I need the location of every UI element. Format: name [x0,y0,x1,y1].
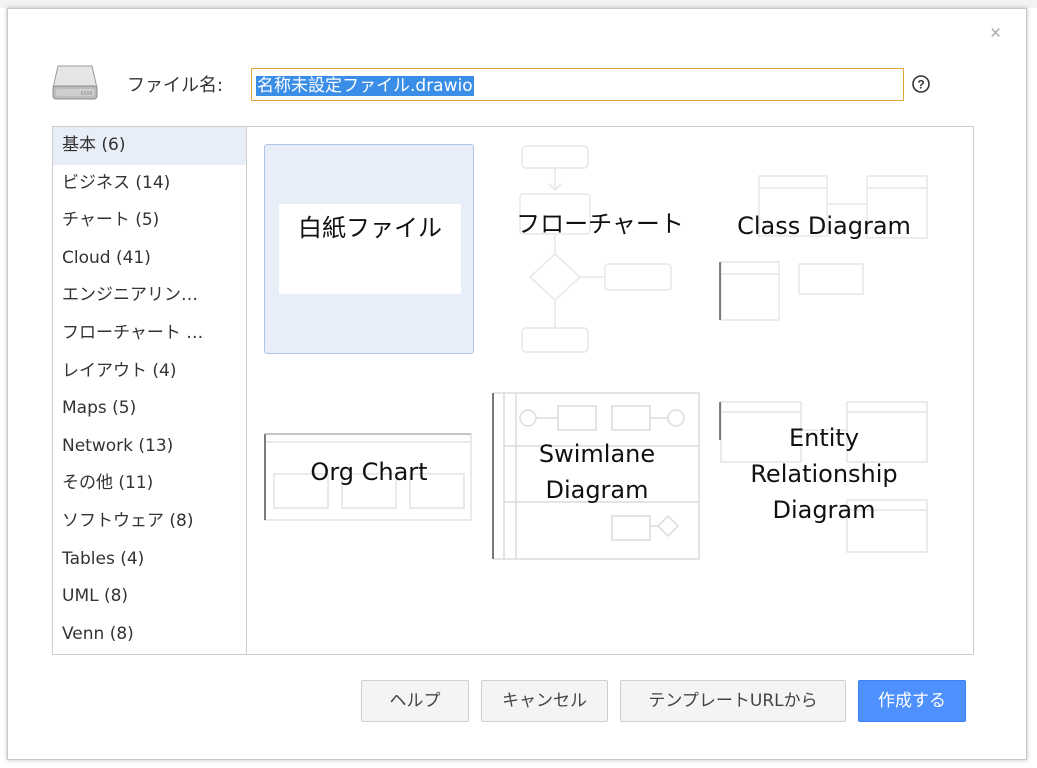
create-button[interactable]: 作成する [858,680,966,722]
filename-value: 名称未設定ファイル.drawio [256,76,474,96]
class-diagram-thumbnail [719,175,928,321]
template-blank[interactable]: 白紙ファイル [264,144,474,354]
category-item[interactable]: ソフトウェア (8) [53,503,246,541]
cancel-button[interactable]: キャンセル [481,680,608,722]
category-list: 基本 (6) ビジネス (14) チャート (5) Cloud (41) エンジ… [53,127,247,654]
category-item[interactable]: レイアウト (4) [53,353,246,391]
category-item[interactable]: 基本 (6) [53,127,246,165]
filename-label: ファイル名: [127,75,224,96]
template-org-chart-label: Org Chart [310,458,428,486]
filename-input[interactable]: 名称未設定ファイル.drawio [251,68,904,101]
template-entity-relationship[interactable]: Entity Relationship Diagram [719,390,929,600]
help-icon[interactable]: ? [911,74,931,94]
category-item[interactable]: Venn (8) [53,616,246,654]
help-button[interactable]: ヘルプ [361,680,469,722]
template-org-chart[interactable]: Org Chart [264,380,474,590]
category-item[interactable]: Maps (5) [53,390,246,428]
template-url-button[interactable]: テンプレートURLから [620,680,846,722]
category-item[interactable]: エンジニアリン… [53,277,246,315]
category-item[interactable]: UML (8) [53,578,246,616]
category-item[interactable]: その他 (11) [53,465,246,503]
drive-icon [52,65,98,100]
template-class-diagram-label: Class Diagram [737,212,911,240]
help-icon-glyph: ? [917,78,924,92]
category-item[interactable]: Cloud (41) [53,240,246,278]
template-swimlane-label: Swimlane Diagram [538,440,656,504]
category-item[interactable]: ビジネス (14) [53,165,246,203]
template-flowchart-label: フローチャート [516,210,684,238]
background-strip [0,0,1037,8]
category-item[interactable]: Network (13) [53,428,246,466]
flowchart-thumbnail [519,145,672,353]
category-item[interactable]: Tables (4) [53,541,246,579]
template-class-diagram[interactable]: Class Diagram [719,144,929,354]
template-flowchart[interactable]: フローチャート [495,144,705,354]
category-item[interactable]: チャート (5) [53,202,246,240]
template-er-label: Entity Relationship Diagram [750,424,898,524]
close-icon[interactable]: × [990,24,1001,43]
category-item[interactable]: フローチャート … [53,315,246,353]
template-swimlane[interactable]: Swimlane Diagram [492,390,702,600]
template-blank-label: 白紙ファイル [279,204,461,294]
